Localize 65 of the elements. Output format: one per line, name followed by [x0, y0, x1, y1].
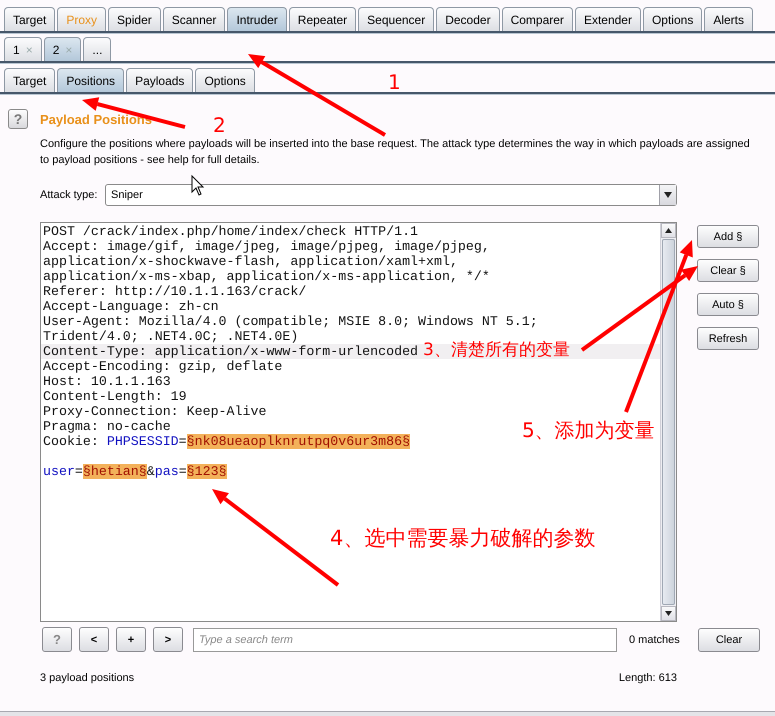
dropdown-arrow-icon: [664, 192, 672, 198]
next-button[interactable]: >: [153, 627, 183, 652]
main-tab[interactable]: Scanner: [162, 7, 226, 31]
up-arrow-icon: [665, 228, 672, 233]
attack-tab[interactable]: 1 ×: [4, 37, 42, 61]
main-tab[interactable]: Spider: [108, 7, 161, 31]
position-button[interactable]: Refresh: [697, 327, 759, 350]
clear-button[interactable]: Clear: [698, 628, 760, 652]
request-line: User-Agent: Mozilla/4.0 (compatible; MSIE 8.0; Windows NT 5.1;: [43, 314, 538, 329]
description-text: Configure the positions where payloads will be inserted into the base request. The attack type determines the way in which payloads are assigned to payload positions - see help for full details.: [40, 137, 751, 168]
main-tab[interactable]: Repeater: [288, 7, 356, 31]
request-line: Referer: http://10.1.1.163/crack/: [43, 284, 306, 299]
request-line: Accept: image/gif, image/jpeg, image/pjpeg, image/pjpeg,: [43, 239, 490, 254]
search-field[interactable]: Type a search term: [193, 628, 617, 652]
help-button[interactable]: ?: [8, 109, 28, 129]
previous-button[interactable]: <: [79, 627, 109, 652]
sub-tab[interactable]: Target: [4, 68, 56, 92]
position-button[interactable]: Add §: [697, 225, 759, 248]
request-line: POST /crack/index.php/home/index/check HTTP/1.1: [43, 224, 418, 239]
sub-tab[interactable]: Payloads: [126, 68, 194, 92]
scrollbar[interactable]: [660, 223, 676, 621]
attack-type-dropdown[interactable]: Sniper: [105, 184, 677, 206]
main-tab[interactable]: Extender: [574, 7, 641, 31]
sub-tab[interactable]: Positions: [57, 68, 124, 92]
annotation-text: 5、添加为变量: [522, 420, 655, 440]
request-line: Host: 10.1.1.163: [43, 374, 171, 389]
position-button[interactable]: Auto §: [697, 293, 759, 316]
main-tab[interactable]: Decoder: [436, 7, 500, 31]
sub-tab[interactable]: Options: [195, 68, 255, 92]
add-button[interactable]: +: [116, 627, 146, 652]
annotation-text: 4、选中需要暴力破解的参数: [330, 528, 596, 549]
main-tab[interactable]: Options: [642, 7, 702, 31]
main-tab[interactable]: Alerts: [704, 7, 754, 31]
payload-count: 3 payload positions: [40, 672, 134, 684]
main-tab[interactable]: Intruder: [227, 7, 287, 31]
attack-type-label: Attack type:: [40, 189, 98, 201]
request-editor[interactable]: [40, 222, 677, 622]
attack-tab[interactable]: ...: [83, 37, 112, 61]
main-tab[interactable]: Sequencer: [358, 7, 434, 31]
scroll-thumb[interactable]: [662, 239, 675, 605]
request-length: Length: 613: [618, 672, 677, 684]
request-line: application/x-ms-xbap, application/x-ms-application, */*: [43, 269, 490, 284]
main-tab[interactable]: Target: [4, 7, 56, 31]
request-line: Cookie: PHPSESSID=§nk08ueaoplknrutpq0v6ur3m86§: [43, 434, 410, 449]
request-line: Trident/4.0; .NET4.0C; .NET4.0E): [43, 329, 298, 344]
mouse-cursor-icon: [192, 174, 204, 196]
request-line: Content-Length: 19: [43, 389, 187, 404]
request-line: user=§hetian§&pas=§123§: [43, 464, 227, 479]
request-line: Content-Type: application/x-www-form-urlencoded: [43, 344, 418, 359]
request-line: Pragma: no-cache: [43, 419, 171, 434]
request-line: application/x-shockwave-flash, application/xaml+xml,: [43, 254, 458, 269]
annotation-text: 2: [213, 115, 226, 135]
scroll-down-button[interactable]: [661, 606, 676, 621]
section-title: Payload Positions: [40, 112, 152, 126]
attack-tab[interactable]: 2 ×: [44, 37, 82, 61]
scroll-up-button[interactable]: [661, 223, 676, 238]
match-count: 0 matches: [629, 634, 681, 646]
annotation-text: 1: [388, 72, 401, 92]
down-arrow-icon: [665, 611, 672, 616]
position-button[interactable]: Clear §: [697, 259, 759, 282]
request-line: Proxy-Connection: Keep-Alive: [43, 404, 266, 419]
request-line: Accept-Language: zh-cn: [43, 299, 219, 314]
main-tab[interactable]: Comparer: [502, 7, 573, 31]
request-line: Accept-Encoding: gzip, deflate: [43, 359, 282, 374]
annotation-text: 3、清楚所有的变量: [423, 342, 570, 359]
